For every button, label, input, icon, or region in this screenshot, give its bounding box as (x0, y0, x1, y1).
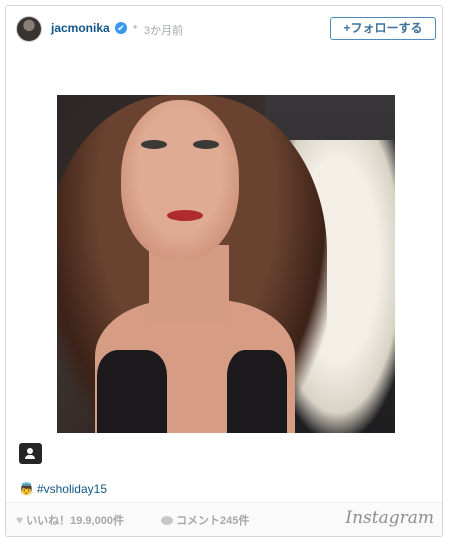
photo-eye-left (141, 140, 167, 149)
instagram-embed-card: jacmonika ✔ • 3か月前 +フォローする 👼 #vsholiday15… (5, 5, 443, 537)
verified-icon: ✔ (115, 22, 127, 34)
angel-emoji-icon: 👼 (19, 482, 34, 496)
user-tag-icon[interactable] (19, 443, 42, 464)
post-photo[interactable] (57, 95, 395, 433)
photo-lingerie-left (97, 350, 167, 433)
instagram-logo[interactable]: Instagram (345, 508, 434, 528)
photo-eye-right (193, 140, 219, 149)
user-tag-head (27, 448, 33, 454)
timestamp[interactable]: 3か月前 (144, 22, 183, 38)
user-tag-body (25, 455, 35, 459)
likes-count[interactable]: ♥ いいね！19.9,000件 (16, 512, 124, 528)
follow-button[interactable]: +フォローする (330, 17, 436, 40)
separator-dot: • (133, 20, 138, 34)
post-caption: 👼 #vsholiday15 (19, 482, 107, 496)
hashtag-link[interactable]: #vsholiday15 (37, 482, 107, 496)
username-link[interactable]: jacmonika (51, 21, 110, 35)
photo-lips (167, 210, 203, 221)
photo-lingerie-right (227, 350, 287, 433)
photo-face (121, 100, 239, 260)
comments-count[interactable]: コメント245件 (161, 512, 249, 528)
heart-icon: ♥ (16, 513, 24, 527)
comments-label: コメント245件 (176, 515, 250, 527)
likes-label: いいね！19.9,000件 (26, 515, 124, 527)
comment-icon (161, 516, 173, 525)
post-footer: ♥ いいね！19.9,000件 コメント245件 Instagram (6, 502, 442, 536)
post-header: jacmonika ✔ • 3か月前 +フォローする (6, 6, 442, 50)
avatar[interactable] (16, 16, 42, 42)
